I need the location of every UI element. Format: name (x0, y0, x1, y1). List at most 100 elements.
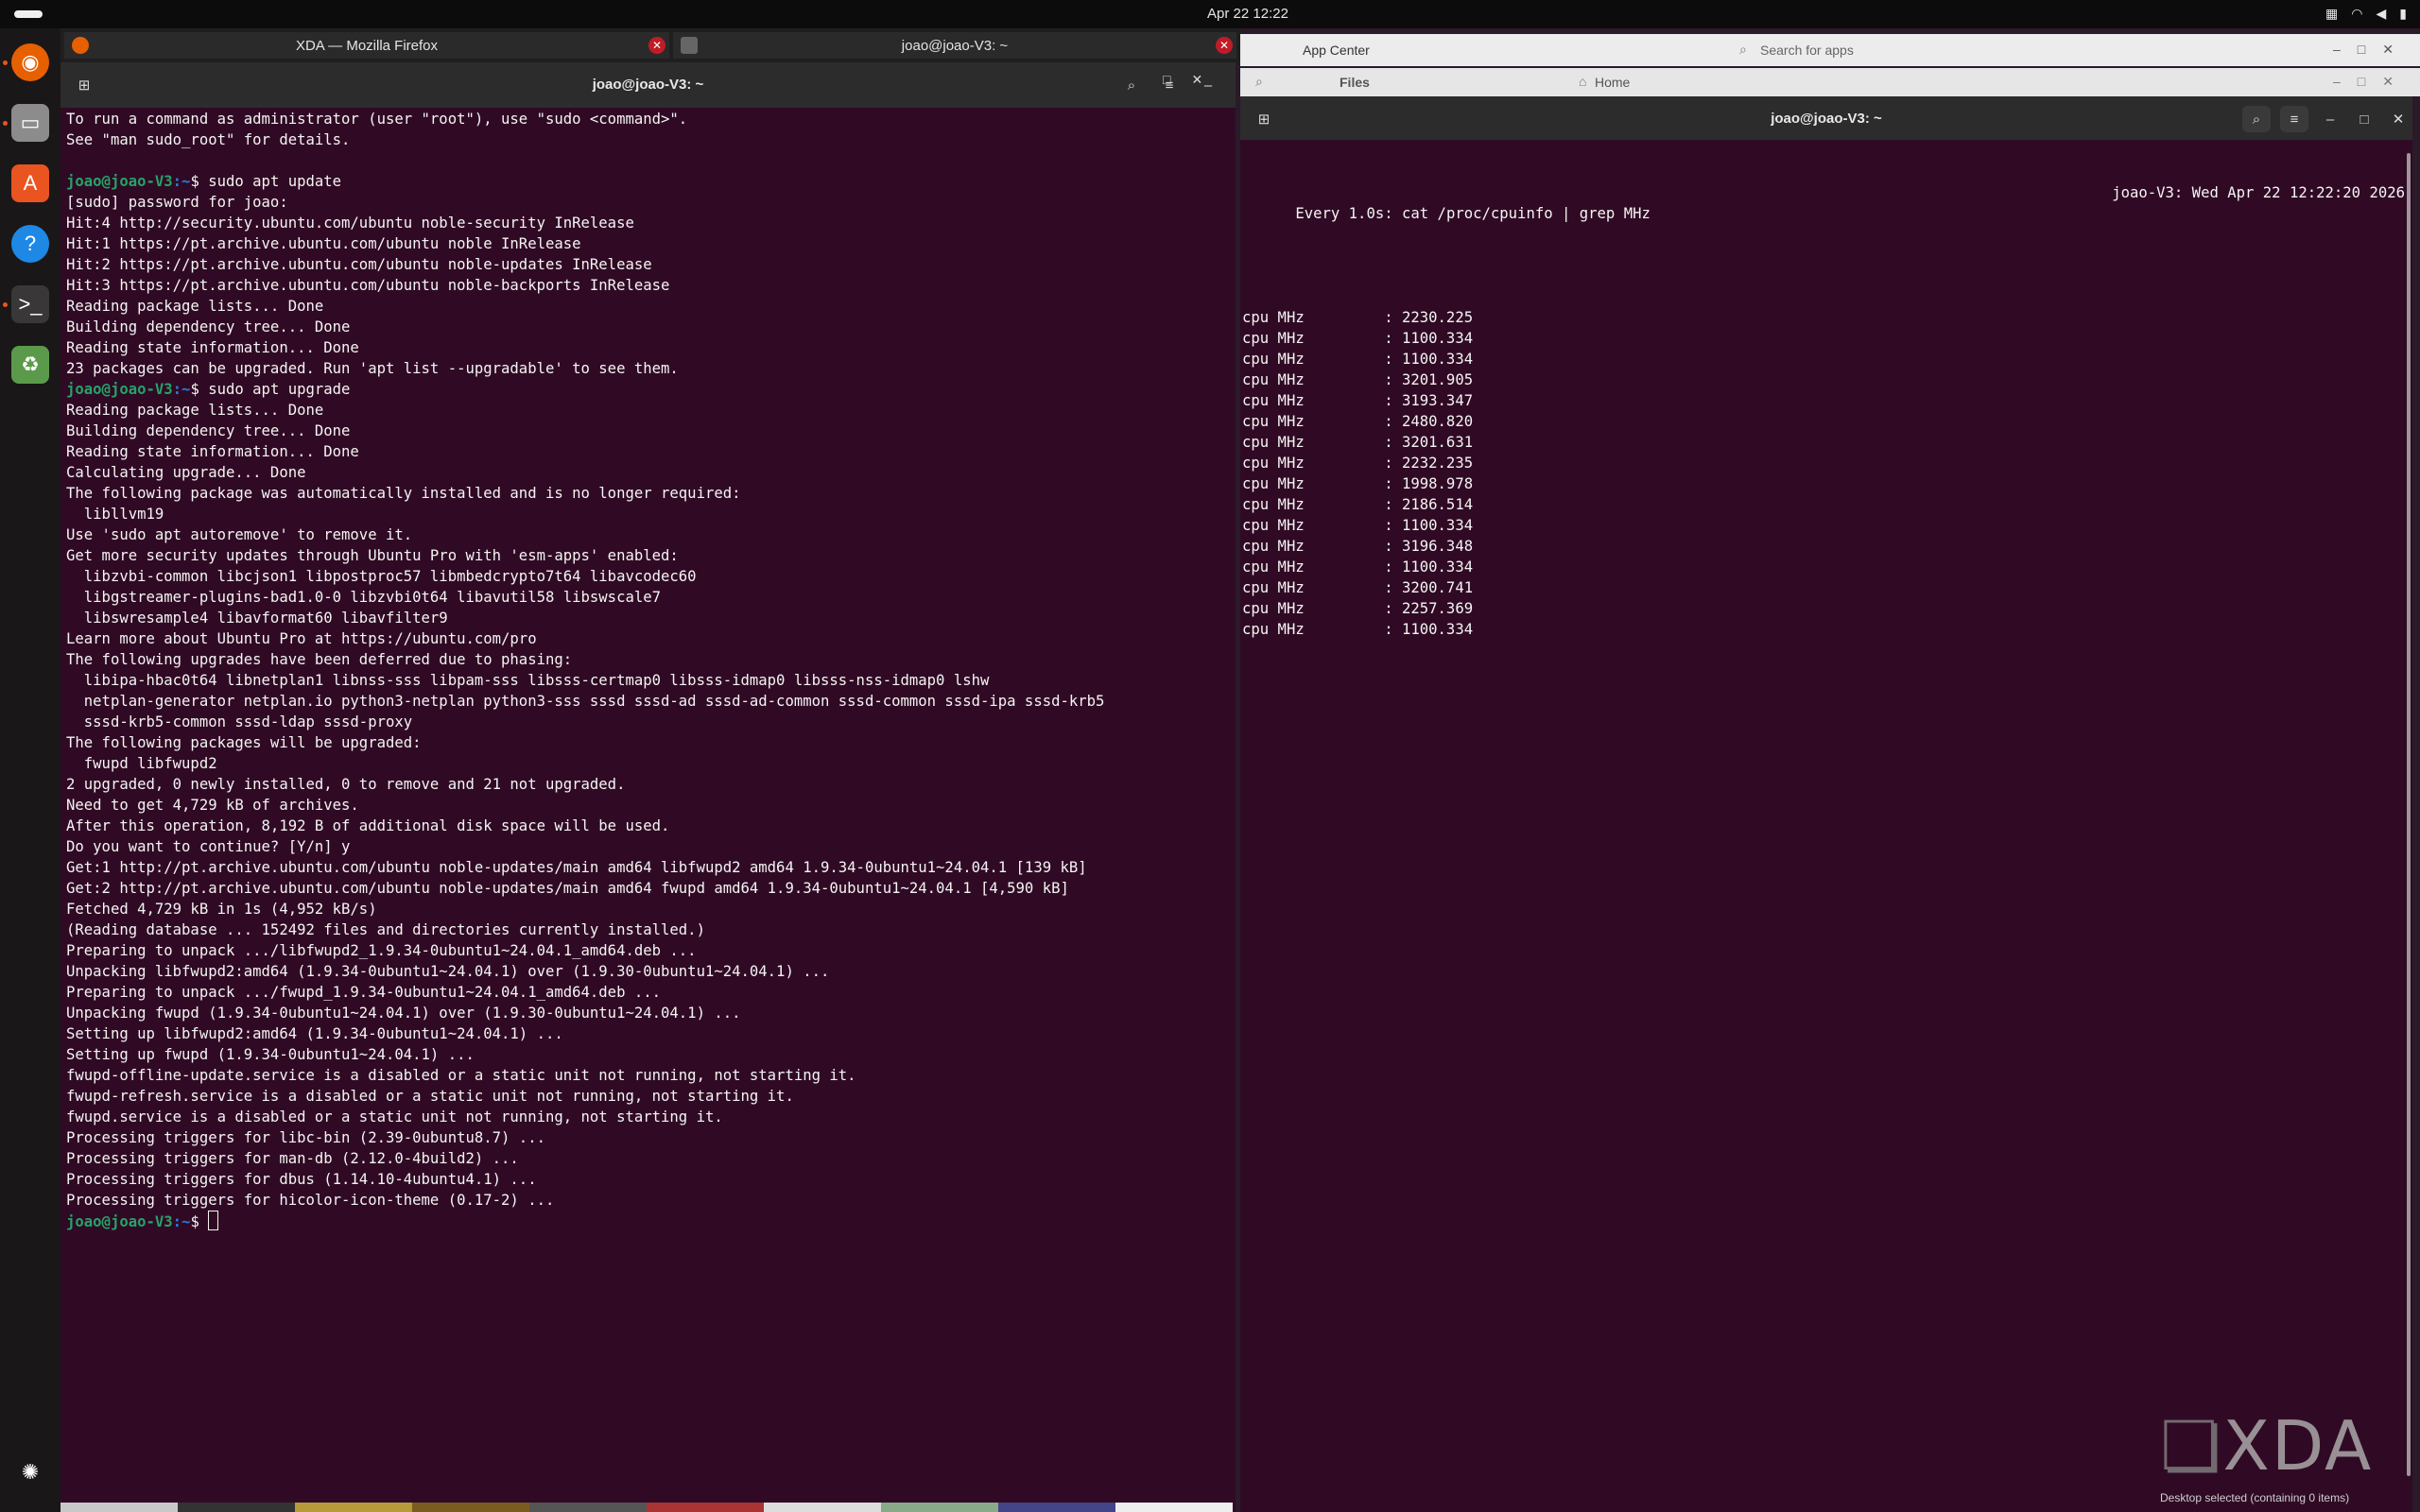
terminal-line: Preparing to unpack .../fwupd_1.9.34-0ub… (66, 984, 662, 1001)
cpu-mhz-row: cpu MHz : 2186.514 (1242, 496, 1474, 513)
power-icon: ▮ (2399, 6, 2407, 21)
shell-prompt: joao@joao-V3 (66, 381, 173, 398)
terminal-line: Learn more about Ubuntu Pro at https://u… (66, 630, 537, 647)
close-icon[interactable]: ✕ (648, 37, 666, 54)
files-status: Desktop selected (containing 0 items) (2160, 1491, 2350, 1504)
terminal-line: [sudo] password for joao: (66, 194, 288, 211)
terminal-line: joao@joao-V3:~$ sudo apt upgrade (66, 379, 1236, 400)
terminal-line: libgstreamer-plugins-bad1.0-0 libzvbi0t6… (66, 589, 662, 606)
window-controls[interactable]: –□✕ (2333, 74, 2411, 90)
left-terminal-headerbar: ⊞ joao@joao-V3: ~ ⌕ ≡ – (60, 62, 1236, 108)
left-terminal-window[interactable]: ⊞ joao@joao-V3: ~ ⌕ ≡ – To run a command… (60, 62, 1236, 1512)
text-cursor[interactable] (208, 1211, 219, 1230)
app-center-icon[interactable]: A (11, 164, 49, 202)
shell-command: $ (190, 1213, 209, 1230)
clock[interactable]: Apr 22 12:22 (1201, 6, 1295, 22)
home-breadcrumb[interactable]: Home (1595, 75, 1630, 90)
cpu-mhz-row: cpu MHz : 3196.348 (1242, 538, 1474, 555)
app-search-input[interactable]: Search for apps (1760, 43, 1854, 58)
terminal-line: Hit:1 https://pt.archive.ubuntu.com/ubun… (66, 235, 581, 252)
terminal-line: Get more security updates through Ubuntu… (66, 547, 679, 564)
cpu-mhz-row: cpu MHz : 3201.905 (1242, 371, 1474, 388)
app-center-window[interactable]: App Center ⌕ Search for apps –□✕ (1240, 34, 2420, 66)
dock: ✺ ◉ ▭ A? >_ ♻ (0, 28, 60, 1512)
cpu-mhz-row: cpu MHz : 2480.820 (1242, 413, 1474, 430)
terminal-line: Use 'sudo apt autoremove' to remove it. (66, 526, 413, 543)
files-icon[interactable]: ▭ (11, 104, 49, 142)
terminal-line: libipa-hbac0t64 libnetplan1 libnss-sss l… (66, 672, 990, 689)
terminal-line: To run a command as administrator (user … (66, 111, 688, 128)
terminal-line: The following package was automatically … (66, 485, 741, 502)
scrollbar[interactable] (2407, 153, 2411, 1476)
top-bar: Apr 22 12:22 ▦ ◠ ◀ ▮ (0, 0, 2420, 28)
activities-indicator[interactable] (14, 10, 43, 18)
terminal-line: Processing triggers for libc-bin (2.39-0… (66, 1129, 545, 1146)
minimize-icon[interactable]: – (2316, 106, 2344, 132)
terminal-line: Reading state information... Done (66, 339, 359, 356)
shell-prompt: joao@joao-V3 (66, 173, 173, 190)
search-icon[interactable]: ⌕ (1117, 72, 1146, 98)
terminal-line: Building dependency tree... Done (66, 318, 351, 335)
terminal-line: Processing triggers for man-db (2.12.0-4… (66, 1150, 519, 1167)
terminal-line: sssd-krb5-common sssd-ldap sssd-proxy (66, 713, 413, 730)
cpu-mhz-row: cpu MHz : 1100.334 (1242, 517, 1474, 534)
search-icon: ⌕ (1255, 74, 1263, 89)
terminal-line: The following packages will be upgraded: (66, 734, 422, 751)
tab-terminal-label: joao@joao-V3: ~ (901, 38, 1009, 54)
terminal-line: joao@joao-V3:~$ (66, 1211, 1236, 1231)
firefox-icon[interactable]: ◉ (11, 43, 49, 81)
menu-icon[interactable]: ≡ (2280, 106, 2308, 132)
right-terminal-output[interactable]: Every 1.0s: cat /proc/cpuinfo | grep MHz… (1240, 140, 2412, 1512)
close-icon[interactable]: ✕ (1216, 37, 1233, 54)
wifi-icon: ◠ (2351, 6, 2363, 21)
maximize-icon[interactable]: □ (2350, 106, 2378, 132)
terminal-line: See "man sudo_root" for details. (66, 131, 351, 148)
terminal-line: libswresample4 libavformat60 libavfilter… (66, 610, 448, 627)
right-terminal-window[interactable]: ⊞ joao@joao-V3: ~ ⌕ ≡ – □ ✕ Every 1.0s: … (1240, 96, 2412, 1512)
system-tray[interactable]: ▦ ◠ ◀ ▮ (2325, 6, 2407, 22)
terminal-line: Hit:2 https://pt.archive.ubuntu.com/ubun… (66, 256, 652, 273)
terminal-line: Unpacking libfwupd2:amd64 (1.9.34-0ubunt… (66, 963, 830, 980)
files-window[interactable]: ⌕ Files ⌂ Home –□✕ (1240, 68, 2420, 96)
terminal-line: (Reading database ... 152492 files and d… (66, 921, 705, 938)
tab-firefox[interactable]: XDA — Mozilla Firefox ✕ (64, 32, 669, 59)
show-apps-icon[interactable]: ✺ (11, 1453, 49, 1491)
files-title: Files (1340, 75, 1370, 90)
terminal-line: Get:2 http://pt.archive.ubuntu.com/ubunt… (66, 880, 1069, 897)
cpu-mhz-list: cpu MHz : 2230.225 cpu MHz : 1100.334 cpu … (1242, 307, 2412, 640)
search-icon[interactable]: ⌕ (2242, 106, 2271, 132)
app-center-title: App Center (1303, 43, 1370, 58)
volume-icon: ◀ (2376, 6, 2387, 21)
left-terminal-title: joao@joao-V3: ~ (592, 77, 704, 93)
terminal-line: Unpacking fwupd (1.9.34-0ubuntu1~24.04.1… (66, 1005, 741, 1022)
cpu-mhz-row: cpu MHz : 1100.334 (1242, 558, 1474, 576)
terminal-line: Calculating upgrade... Done (66, 464, 306, 481)
terminal-line: Setting up libfwupd2:amd64 (1.9.34-0ubun… (66, 1025, 563, 1042)
cpu-mhz-row: cpu MHz : 3200.741 (1242, 579, 1474, 596)
cpu-mhz-row: cpu MHz : 2257.369 (1242, 600, 1474, 617)
left-terminal-output[interactable]: To run a command as administrator (user … (60, 108, 1236, 1512)
trash-icon[interactable]: ♻ (11, 346, 49, 384)
watch-header-timestamp: joao-V3: Wed Apr 22 12:22:20 2026 (2112, 184, 2405, 201)
terminal-icon[interactable]: >_ (11, 285, 49, 323)
terminal-line: Processing triggers for dbus (1.14.10-4u… (66, 1171, 537, 1188)
cpu-mhz-row: cpu MHz : 2230.225 (1242, 309, 1474, 326)
terminal-line: libllvm19 (66, 506, 164, 523)
terminal-line: Reading state information... Done (66, 443, 359, 460)
terminal-line: Hit:3 https://pt.archive.ubuntu.com/ubun… (66, 277, 670, 294)
terminal-line: libzvbi-common libcjson1 libpostproc57 l… (66, 568, 697, 585)
cpu-mhz-row: cpu MHz : 2232.235 (1242, 455, 1474, 472)
help-icon[interactable]: ? (11, 225, 49, 263)
running-indicator (3, 302, 8, 307)
terminal-line: Hit:4 http://security.ubuntu.com/ubuntu … (66, 215, 634, 232)
tab-terminal[interactable]: joao@joao-V3: ~ ✕ (673, 32, 1236, 59)
terminal-line: Preparing to unpack .../libfwupd2_1.9.34… (66, 942, 697, 959)
left-terminal-window-controls[interactable]: □✕ (1163, 72, 1223, 88)
right-terminal-title: joao@joao-V3: ~ (1771, 111, 1882, 127)
terminal-line: After this operation, 8,192 B of additio… (66, 817, 670, 834)
right-terminal-headerbar: ⊞ joao@joao-V3: ~ ⌕ ≡ – □ ✕ (1240, 96, 2412, 140)
close-icon[interactable]: ✕ (2384, 106, 2412, 132)
tab-firefox-label: XDA — Mozilla Firefox (295, 38, 439, 54)
window-controls[interactable]: –□✕ (2333, 42, 2411, 58)
